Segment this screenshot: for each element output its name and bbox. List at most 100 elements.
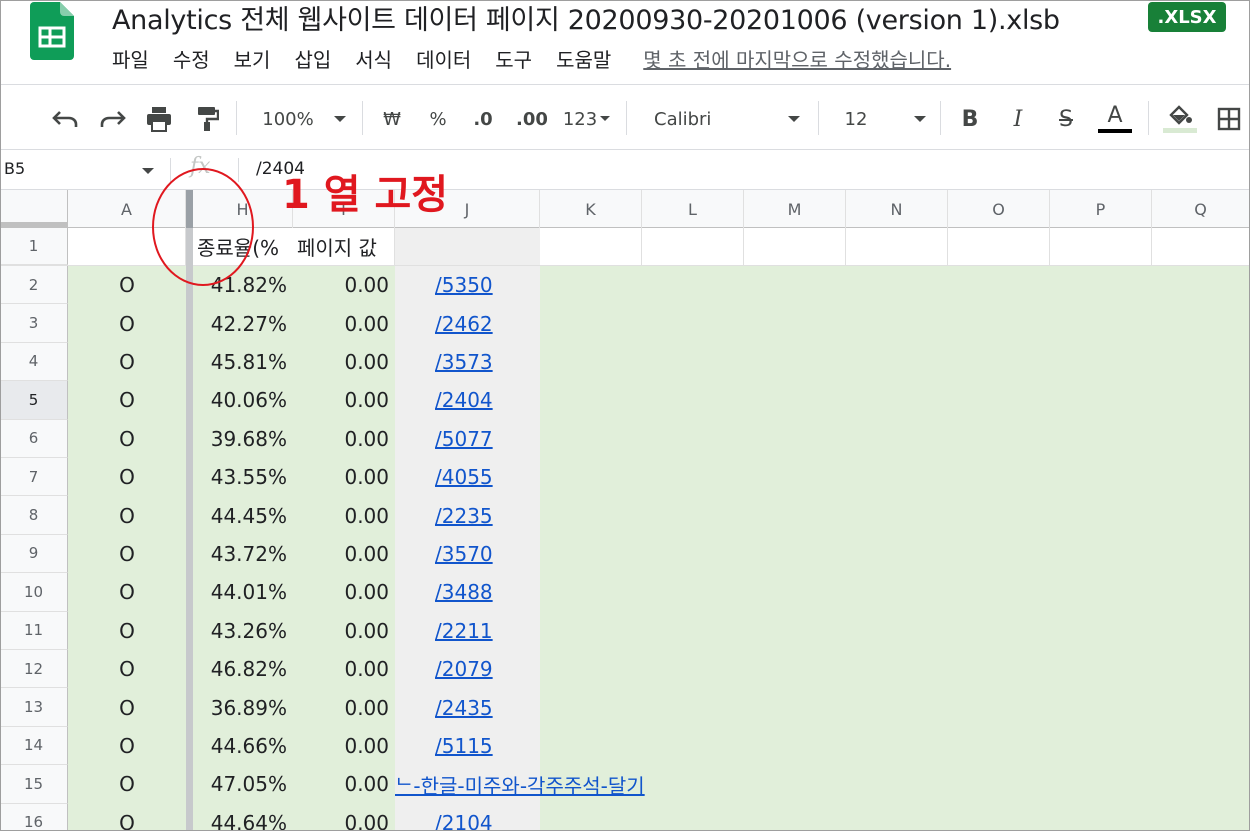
cell-k-q[interactable] bbox=[540, 266, 1250, 305]
menu-help[interactable]: 도움말 bbox=[556, 44, 611, 73]
row-header[interactable]: 12 bbox=[0, 650, 68, 689]
row-header[interactable]: 14 bbox=[0, 726, 68, 766]
cell-a[interactable]: O bbox=[68, 458, 186, 497]
cell-i[interactable]: 0.00 bbox=[293, 803, 395, 831]
cell-i[interactable]: 0.00 bbox=[293, 611, 395, 650]
font-size-caret-icon[interactable] bbox=[914, 116, 926, 122]
font-family-select[interactable]: Calibri bbox=[640, 105, 730, 133]
column-header-o[interactable]: O bbox=[948, 190, 1050, 228]
cell-j1[interactable] bbox=[395, 228, 540, 266]
percent-format-button[interactable]: % bbox=[424, 105, 452, 133]
cell-link[interactable]: ᄂ-한글-미주와-각주주석-달기 bbox=[395, 770, 645, 799]
cell-j[interactable]: /5077 bbox=[395, 419, 540, 458]
cell-a[interactable]: O bbox=[68, 650, 186, 689]
cell-h[interactable]: 43.26% bbox=[193, 611, 293, 650]
zoom-caret-icon[interactable] bbox=[334, 116, 346, 122]
cell-j[interactable]: /3573 bbox=[395, 342, 540, 382]
cell-i[interactable]: 0.00 bbox=[293, 496, 395, 535]
cell-j[interactable]: /3488 bbox=[395, 573, 540, 612]
row-header[interactable]: 4 bbox=[0, 342, 68, 382]
cell-j[interactable]: /2104 bbox=[395, 803, 540, 831]
name-box[interactable]: B5 bbox=[4, 159, 25, 178]
cell-h[interactable]: 39.68% bbox=[193, 419, 293, 458]
cell-j[interactable]: /2462 bbox=[395, 304, 540, 343]
cell-k-q[interactable] bbox=[540, 342, 1250, 382]
cell-o1[interactable] bbox=[948, 228, 1050, 266]
cell-a[interactable]: O bbox=[68, 726, 186, 766]
cell-j[interactable]: /3570 bbox=[395, 534, 540, 574]
cell-k1[interactable] bbox=[540, 228, 642, 266]
number-format-button[interactable]: 123 bbox=[558, 105, 602, 133]
freeze-divider[interactable] bbox=[186, 190, 193, 831]
cell-a[interactable]: O bbox=[68, 765, 186, 804]
cell-k-q[interactable] bbox=[540, 611, 1250, 650]
cell-link[interactable]: /2211 bbox=[435, 619, 493, 643]
cell-link[interactable]: /2235 bbox=[435, 504, 493, 528]
cell-i[interactable]: 0.00 bbox=[293, 304, 395, 343]
cell-k-q[interactable] bbox=[540, 803, 1250, 831]
number-format-caret-icon[interactable] bbox=[600, 116, 610, 121]
cell-i[interactable]: 0.00 bbox=[293, 381, 395, 420]
cell-a[interactable]: O bbox=[68, 496, 186, 535]
currency-format-button[interactable]: ₩ bbox=[378, 105, 406, 133]
cell-a[interactable]: O bbox=[68, 573, 186, 612]
font-family-caret-icon[interactable] bbox=[788, 116, 800, 122]
column-header-q[interactable]: Q bbox=[1152, 190, 1250, 228]
cell-i[interactable]: 0.00 bbox=[293, 419, 395, 458]
cell-h[interactable]: 36.89% bbox=[193, 688, 293, 727]
cell-m1[interactable] bbox=[744, 228, 846, 266]
undo-icon[interactable] bbox=[48, 105, 82, 133]
cell-i1[interactable]: 페이지 값 bbox=[293, 228, 395, 266]
cell-h[interactable]: 40.06% bbox=[193, 381, 293, 420]
cell-n1[interactable] bbox=[846, 228, 948, 266]
cell-h[interactable]: 45.81% bbox=[193, 342, 293, 382]
cell-a[interactable]: O bbox=[68, 381, 186, 420]
name-box-caret-icon[interactable] bbox=[142, 168, 154, 174]
cell-j[interactable]: ᄂ-한글-미주와-각주주석-달기 bbox=[395, 765, 1250, 803]
cell-i[interactable]: 0.00 bbox=[293, 266, 395, 305]
cell-a[interactable]: O bbox=[68, 304, 186, 343]
menu-format[interactable]: 서식 bbox=[355, 44, 392, 73]
cell-i[interactable]: 0.00 bbox=[293, 765, 395, 804]
row-header[interactable]: 5 bbox=[0, 381, 68, 420]
strikethrough-button[interactable]: S bbox=[1052, 105, 1080, 133]
cell-p1[interactable] bbox=[1050, 228, 1152, 266]
cell-k-q[interactable] bbox=[540, 458, 1250, 497]
cell-i[interactable]: 0.00 bbox=[293, 650, 395, 689]
cell-link[interactable]: /2104 bbox=[435, 811, 493, 831]
cell-k-q[interactable] bbox=[540, 419, 1250, 458]
cell-k-q[interactable] bbox=[540, 573, 1250, 612]
cell-i[interactable]: 0.00 bbox=[293, 688, 395, 727]
cell-k-q[interactable] bbox=[540, 726, 1250, 766]
cell-h[interactable]: 44.45% bbox=[193, 496, 293, 535]
cell-h[interactable]: 44.64% bbox=[193, 803, 293, 831]
cell-h[interactable]: 46.82% bbox=[193, 650, 293, 689]
row-header[interactable]: 8 bbox=[0, 496, 68, 535]
italic-button[interactable]: I bbox=[1004, 105, 1032, 133]
column-header-m[interactable]: M bbox=[744, 190, 846, 228]
cell-j[interactable]: /5115 bbox=[395, 726, 540, 766]
column-header-k[interactable]: K bbox=[540, 190, 642, 228]
cell-link[interactable]: /2462 bbox=[435, 312, 493, 336]
cell-link[interactable]: /4055 bbox=[435, 465, 493, 489]
cell-a[interactable]: O bbox=[68, 419, 186, 458]
cell-h[interactable]: 44.66% bbox=[193, 726, 293, 766]
select-all-corner[interactable] bbox=[0, 190, 68, 228]
cell-i[interactable]: 0.00 bbox=[293, 534, 395, 574]
menu-data[interactable]: 데이터 bbox=[416, 44, 471, 73]
menu-view[interactable]: 보기 bbox=[234, 44, 271, 73]
cell-i[interactable]: 0.00 bbox=[293, 573, 395, 612]
cell-a[interactable]: O bbox=[68, 611, 186, 650]
row-header[interactable]: 6 bbox=[0, 419, 68, 458]
row-header[interactable]: 3 bbox=[0, 304, 68, 343]
zoom-select[interactable]: 100% bbox=[256, 105, 320, 133]
cell-j[interactable]: /2079 bbox=[395, 650, 540, 689]
row-header[interactable]: 15 bbox=[0, 765, 68, 804]
cell-k-q[interactable] bbox=[540, 381, 1250, 420]
cell-k-q[interactable] bbox=[540, 688, 1250, 727]
row-header[interactable]: 11 bbox=[0, 611, 68, 650]
menu-edit[interactable]: 수정 bbox=[173, 44, 210, 73]
cell-link[interactable]: /2079 bbox=[435, 657, 493, 681]
document-title[interactable]: Analytics 전체 웹사이트 데이터 페이지 20200930-20201… bbox=[112, 0, 1060, 37]
menu-tools[interactable]: 도구 bbox=[495, 44, 532, 73]
